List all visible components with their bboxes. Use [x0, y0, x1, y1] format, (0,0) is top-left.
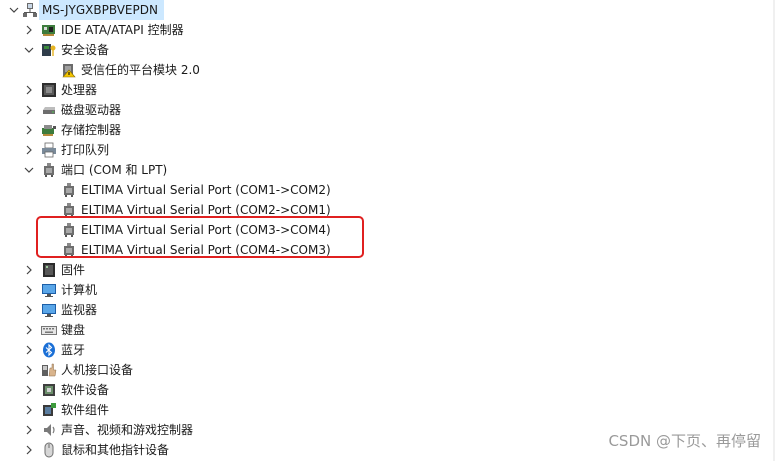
tree-item-keyboard[interactable]: 键盘: [41, 320, 85, 340]
tree-item-hid[interactable]: 人机接口设备: [41, 360, 133, 380]
tree-item-disk[interactable]: 磁盘驱动器: [41, 100, 121, 120]
tree-item-label: IDE ATA/ATAPI 控制器: [61, 23, 184, 37]
ide-controller-icon: [41, 22, 57, 38]
keyboard-icon: [41, 322, 57, 338]
port-icon: [41, 162, 57, 178]
computer-network-icon: [22, 2, 38, 18]
warning-chip-icon: [61, 62, 77, 78]
tree-item-monitors[interactable]: 监视器: [41, 300, 97, 320]
tree-item-cpu[interactable]: 处理器: [41, 80, 97, 100]
monitor-icon: [41, 302, 57, 318]
tree-root[interactable]: MS-JYGXBPBVEPDN: [22, 0, 158, 20]
chevron-right-icon[interactable]: [22, 383, 36, 397]
chevron-right-icon[interactable]: [22, 103, 36, 117]
chevron-right-icon[interactable]: [22, 83, 36, 97]
tree-item-label: ELTIMA Virtual Serial Port (COM1->COM2): [81, 183, 331, 197]
chevron-right-icon[interactable]: [22, 423, 36, 437]
chevron-right-icon[interactable]: [22, 343, 36, 357]
tree-item-label: 磁盘驱动器: [61, 103, 122, 117]
tree-item-label: 鼠标和其他指针设备: [61, 443, 170, 457]
tree-item-ports[interactable]: 端口 (COM 和 LPT): [41, 160, 167, 180]
tree-item-swdev[interactable]: 软件设备: [41, 380, 109, 400]
chevron-down-icon[interactable]: [22, 163, 36, 177]
tree-item-label: 受信任的平台模块 2.0: [81, 63, 200, 77]
device-tree: MS-JYGXBPBVEPDN IDE ATA/ATAPI 控制器 安全设备 受…: [0, 0, 775, 461]
tree-item-audio[interactable]: 声音、视频和游戏控制器: [41, 420, 193, 440]
tree-item-label: 处理器: [61, 83, 98, 97]
tree-item-com1[interactable]: ELTIMA Virtual Serial Port (COM1->COM2): [61, 180, 331, 200]
tree-item-label: 人机接口设备: [61, 363, 134, 377]
storage-controller-icon: [41, 122, 57, 138]
chevron-right-icon[interactable]: [22, 303, 36, 317]
software-device-icon: [41, 382, 57, 398]
tree-item-label: 安全设备: [61, 43, 110, 57]
tree-item-label: 蓝牙: [61, 343, 86, 357]
speaker-icon: [41, 422, 57, 438]
bluetooth-icon: [41, 342, 57, 358]
mouse-icon: [41, 442, 57, 458]
printer-icon: [41, 142, 57, 158]
chevron-right-icon[interactable]: [22, 443, 36, 457]
tree-item-swcomp[interactable]: 软件组件: [41, 400, 109, 420]
chevron-right-icon[interactable]: [22, 403, 36, 417]
firmware-icon: [41, 262, 57, 278]
tree-item-computer[interactable]: 计算机: [41, 280, 97, 300]
monitor-icon: [41, 282, 57, 298]
processor-icon: [41, 82, 57, 98]
serial-port-icon: [61, 182, 77, 198]
root-label: MS-JYGXBPBVEPDN: [42, 3, 158, 17]
tree-item-bluetooth[interactable]: 蓝牙: [41, 340, 85, 360]
chevron-right-icon[interactable]: [22, 23, 36, 37]
watermark-text: CSDN @下页、再停留: [608, 432, 761, 450]
tree-item-label: 键盘: [61, 323, 86, 337]
tree-item-label: 存储控制器: [61, 123, 122, 137]
chevron-right-icon[interactable]: [22, 143, 36, 157]
chevron-right-icon[interactable]: [22, 363, 36, 377]
tree-item-label: 计算机: [61, 283, 98, 297]
chevron-down-icon[interactable]: [7, 3, 21, 17]
tree-item-label: 打印队列: [61, 143, 110, 157]
chevron-right-icon[interactable]: [22, 263, 36, 277]
hid-icon: [41, 362, 57, 378]
chevron-down-icon[interactable]: [22, 43, 36, 57]
tree-item-label: 声音、视频和游戏控制器: [61, 423, 194, 437]
chevron-right-icon[interactable]: [22, 123, 36, 137]
tree-item-label: 软件组件: [61, 403, 110, 417]
tree-item-printq[interactable]: 打印队列: [41, 140, 109, 160]
tree-item-mouse[interactable]: 鼠标和其他指针设备: [41, 440, 169, 460]
tree-item-label: 固件: [61, 263, 86, 277]
chevron-right-icon[interactable]: [22, 283, 36, 297]
security-key-icon: [41, 42, 57, 58]
chevron-right-icon[interactable]: [22, 323, 36, 337]
tree-item-firmware[interactable]: 固件: [41, 260, 85, 280]
highlight-annotation-box: [36, 216, 364, 258]
tree-item-storage[interactable]: 存储控制器: [41, 120, 121, 140]
tree-item-security[interactable]: 安全设备: [41, 40, 109, 60]
tree-item-tpm[interactable]: 受信任的平台模块 2.0: [61, 60, 200, 80]
tree-item-label: 监视器: [61, 303, 98, 317]
tree-item-label: 软件设备: [61, 383, 110, 397]
tree-item-label: 端口 (COM 和 LPT): [61, 163, 168, 177]
tree-item-ide[interactable]: IDE ATA/ATAPI 控制器: [41, 20, 184, 40]
disk-drive-icon: [41, 102, 57, 118]
software-component-icon: [41, 402, 57, 418]
